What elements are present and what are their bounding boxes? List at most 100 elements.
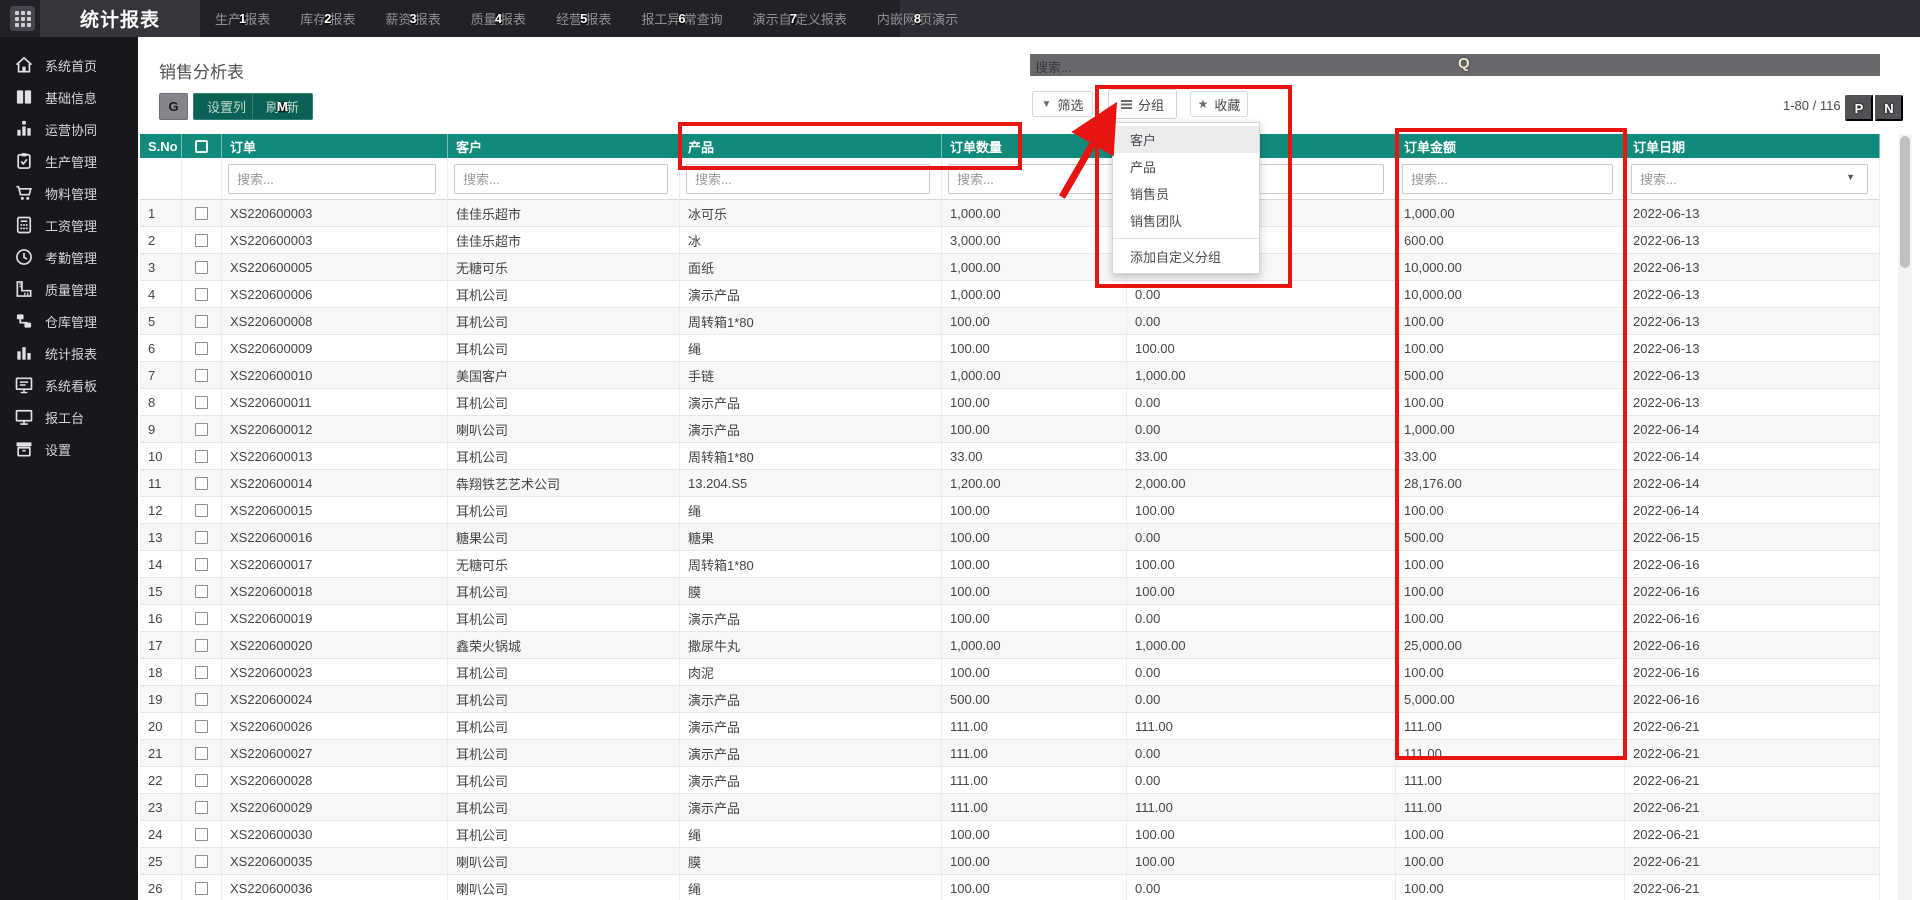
vertical-scrollbar[interactable] <box>1898 134 1912 900</box>
topbar-menu-item-2[interactable]: 库存 2 报表 <box>285 0 370 37</box>
set-columns-button[interactable]: 设置列 <box>193 93 261 120</box>
column-search-input-date[interactable] <box>1631 164 1868 194</box>
header-cell-sno[interactable]: S.No <box>140 134 182 158</box>
row-checkbox[interactable] <box>195 801 208 814</box>
table-row-2[interactable]: 2 XS220600003 佳佳乐超市冰 3,000.00 600.00 2022-06-… <box>140 227 1880 254</box>
table-row-22[interactable]: 22 XS220600028 耳机公司 演示产品 111.00 0.00 111.00 202… <box>140 767 1880 794</box>
select-all-checkbox[interactable] <box>195 139 208 153</box>
sidebar-item-12[interactable]: 报工台 <box>0 401 138 433</box>
table-row-17[interactable]: 17 XS220600020 鑫荣火锅城 撒尿牛丸 1,000.00 1,000.00 25… <box>140 632 1880 659</box>
table-row-11[interactable]: 11 XS220600014 犇翔铁艺艺术公司 13.204.S5 1,200.00 2,… <box>140 470 1880 497</box>
row-checkbox[interactable] <box>195 828 208 841</box>
row-checkbox[interactable] <box>195 666 208 679</box>
toolbar-hint-g-button[interactable]: G <box>159 93 188 120</box>
row-checkbox[interactable] <box>195 747 208 760</box>
row-checkbox[interactable] <box>195 234 208 247</box>
group-by-button[interactable]: 分组 <box>1108 89 1177 119</box>
table-row-5[interactable]: 5 XS220600008 耳机公司 周转箱1*80 100.00 0.00 100.00 2… <box>140 308 1880 335</box>
table-row-25[interactable]: 25 XS220600035 喇叭公司膜 100.00 100.00 100.00 2022… <box>140 848 1880 875</box>
pagination-prev-button[interactable]: P <box>1845 95 1873 121</box>
sidebar-item-2[interactable]: 基础信息 <box>0 81 138 113</box>
header-cell-order[interactable]: 订单 <box>222 134 448 158</box>
row-checkbox[interactable] <box>195 531 208 544</box>
sidebar-item-10[interactable]: 统计报表 <box>0 337 138 369</box>
row-checkbox[interactable] <box>195 558 208 571</box>
table-row-8[interactable]: 8 XS220600011 耳机公司 演示产品 100.00 0.00 100.00 2022… <box>140 389 1880 416</box>
table-row-1[interactable]: 1 XS220600003 佳佳乐超市 冰可乐 1,000.00 1,000.00 2022… <box>140 200 1880 227</box>
refresh-button[interactable]: 刷M新 <box>252 93 313 120</box>
row-checkbox[interactable] <box>195 288 208 301</box>
header-cell-date[interactable]: 订单日期 <box>1625 134 1880 158</box>
group-by-option-3[interactable]: 销售员 <box>1113 180 1259 207</box>
sidebar-item-5[interactable]: 物料管理 <box>0 177 138 209</box>
table-row-3[interactable]: 3 XS220600005 无糖可乐 面纸 1,000.00 10,000.00 2022-… <box>140 254 1880 281</box>
sidebar-item-7[interactable]: 考勤管理 <box>0 241 138 273</box>
row-checkbox[interactable] <box>195 639 208 652</box>
row-checkbox[interactable] <box>195 342 208 355</box>
header-cell-customer[interactable]: 客户 <box>448 134 680 158</box>
column-search-input-qty[interactable] <box>948 164 1115 194</box>
row-checkbox[interactable] <box>195 369 208 382</box>
table-row-23[interactable]: 23 XS220600029 耳机公司 演示产品 111.00 111.00 111.00 2… <box>140 794 1880 821</box>
topbar-menu-item-7[interactable]: 演示自 7 定义报表 <box>738 0 862 37</box>
topbar-menu-item-6[interactable]: 报工异 6 常查询 <box>626 0 737 37</box>
row-checkbox[interactable] <box>195 423 208 436</box>
filter-button[interactable]: ▼ 筛选 <box>1032 91 1093 117</box>
column-search-input-product[interactable] <box>686 164 930 194</box>
apps-menu-icon[interactable] <box>10 6 35 31</box>
topbar-menu-item-3[interactable]: 薪资 3 报表 <box>371 0 456 37</box>
add-custom-group-option[interactable]: 添加自定义分组 <box>1113 243 1259 270</box>
table-row-21[interactable]: 21 XS220600027 耳机公司 演示产品 111.00 0.00 111.00 202… <box>140 740 1880 767</box>
table-row-4[interactable]: 4 XS220600006 耳机公司 演示产品 1,000.00 0.00 10,000.0… <box>140 281 1880 308</box>
sidebar-item-6[interactable]: 工资管理 <box>0 209 138 241</box>
sidebar-item-1[interactable]: 系统首页 <box>0 49 138 81</box>
favorites-button[interactable]: ★ 收藏 <box>1190 91 1248 117</box>
column-search-input-order[interactable] <box>228 164 436 194</box>
header-cell-select[interactable] <box>182 134 222 158</box>
pagination-next-button[interactable]: N <box>1875 95 1903 121</box>
global-search-bar[interactable]: 搜索... Q <box>1030 54 1880 76</box>
sidebar-item-4[interactable]: 生产管理 <box>0 145 138 177</box>
table-row-19[interactable]: 19 XS220600024 耳机公司 演示产品 500.00 0.00 5,000.00 2… <box>140 686 1880 713</box>
table-row-10[interactable]: 10 XS220600013 耳机公司 周转箱1*80 33.00 33.00 33.00 2… <box>140 443 1880 470</box>
row-checkbox[interactable] <box>195 396 208 409</box>
table-row-7[interactable]: 7 XS220600010 美国客户 手链 1,000.00 1,000.00 500.00… <box>140 362 1880 389</box>
row-checkbox[interactable] <box>195 207 208 220</box>
row-checkbox[interactable] <box>195 477 208 490</box>
row-checkbox[interactable] <box>195 585 208 598</box>
current-app-title[interactable]: 统计报表 <box>40 0 200 37</box>
row-checkbox[interactable] <box>195 504 208 517</box>
row-checkbox[interactable] <box>195 693 208 706</box>
table-row-20[interactable]: 20 XS220600026 耳机公司 演示产品 111.00 111.00 111.00 2… <box>140 713 1880 740</box>
group-by-option-4[interactable]: 销售团队 <box>1113 207 1259 234</box>
row-checkbox[interactable] <box>195 855 208 868</box>
group-by-option-2[interactable]: 产品 <box>1113 153 1259 180</box>
row-checkbox[interactable] <box>195 315 208 328</box>
sidebar-item-9[interactable]: 仓库管理 <box>0 305 138 337</box>
sidebar-item-3[interactable]: 运营协同 <box>0 113 138 145</box>
sidebar-item-13[interactable]: 设置 <box>0 433 138 465</box>
table-row-12[interactable]: 12 XS220600015 耳机公司绳 100.00 100.00 100.00 2022… <box>140 497 1880 524</box>
row-checkbox[interactable] <box>195 612 208 625</box>
table-row-13[interactable]: 13 XS220600016 糖果公司 糖果 100.00 0.00 500.00 2022-… <box>140 524 1880 551</box>
row-checkbox[interactable] <box>195 450 208 463</box>
header-cell-product[interactable]: 产品 <box>680 134 942 158</box>
topbar-menu-item-1[interactable]: 生产 1 报表 <box>200 0 285 37</box>
table-row-6[interactable]: 6 XS220600009 耳机公司绳 100.00 100.00 100.00 2022-… <box>140 335 1880 362</box>
topbar-menu-item-4[interactable]: 质量 4 报表 <box>456 0 541 37</box>
table-row-14[interactable]: 14 XS220600017 无糖可乐 周转箱1*80 100.00 100.00 100.… <box>140 551 1880 578</box>
table-row-9[interactable]: 9 XS220600012 喇叭公司 演示产品 100.00 0.00 1,000.00 20… <box>140 416 1880 443</box>
header-cell-amount[interactable]: 订单金额 <box>1396 134 1625 158</box>
scrollbar-thumb[interactable] <box>1900 136 1910 268</box>
row-checkbox[interactable] <box>195 720 208 733</box>
column-search-input-customer[interactable] <box>454 164 668 194</box>
row-checkbox[interactable] <box>195 774 208 787</box>
table-row-16[interactable]: 16 XS220600019 耳机公司 演示产品 100.00 0.00 100.00 202… <box>140 605 1880 632</box>
topbar-menu-item-5[interactable]: 经营 5 报表 <box>541 0 626 37</box>
sidebar-item-8[interactable]: 质量管理 <box>0 273 138 305</box>
row-checkbox[interactable] <box>195 882 208 895</box>
table-row-24[interactable]: 24 XS220600030 耳机公司绳 100.00 100.00 100.00 2022… <box>140 821 1880 848</box>
row-checkbox[interactable] <box>195 261 208 274</box>
table-row-26[interactable]: 26 XS220600036 喇叭公司绳 100.00 0.00 100.00 2022-0… <box>140 875 1880 900</box>
group-by-option-1[interactable]: 客户 <box>1113 126 1259 153</box>
